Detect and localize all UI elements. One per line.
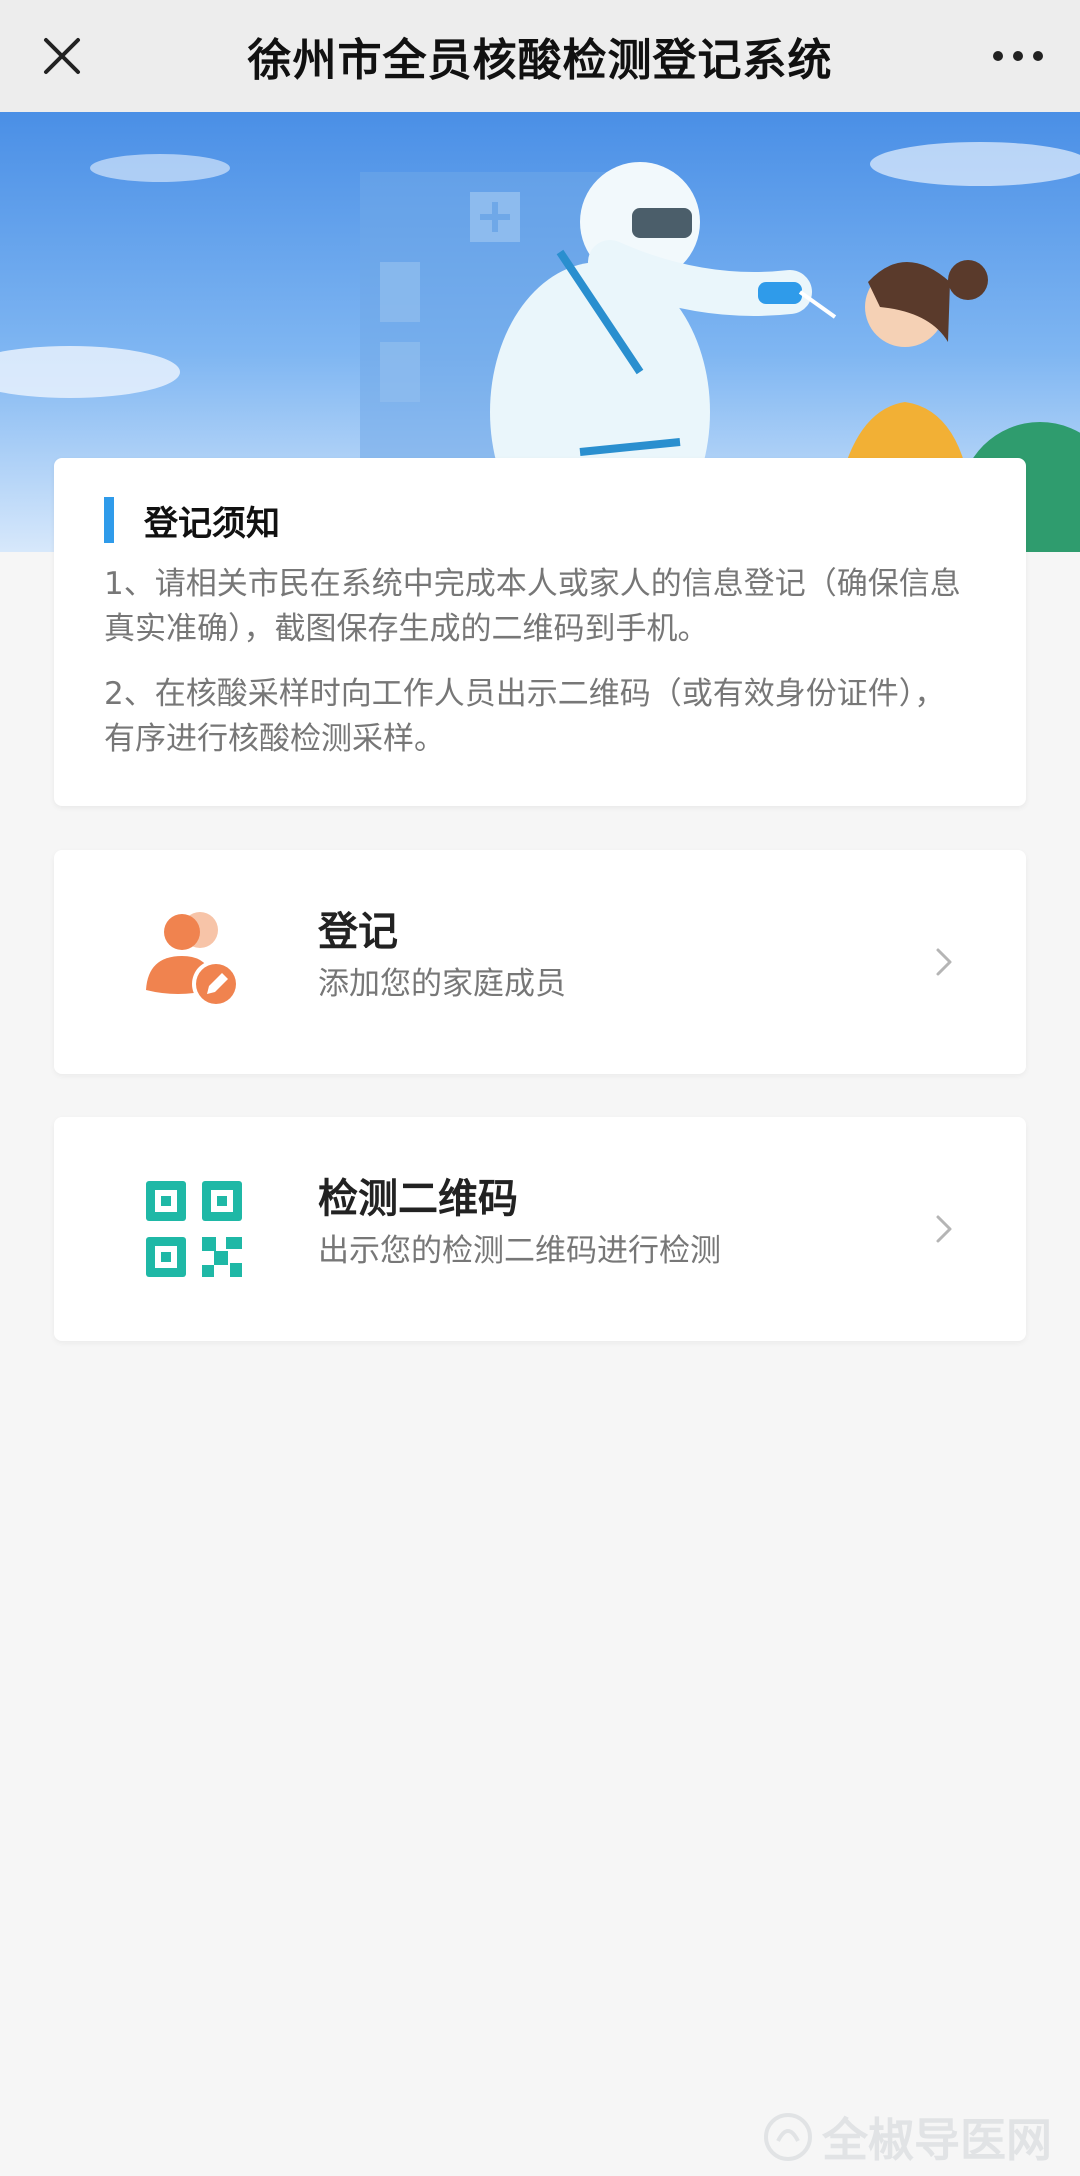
close-icon	[44, 38, 80, 74]
register-texts: 登记 添加您的家庭成员	[318, 906, 566, 1006]
watermark-text: 全椒导医网	[822, 2113, 1052, 2167]
qr-code-texts: 检测二维码 出示您的检测二维码进行检测	[318, 1173, 721, 1273]
register-subtitle: 添加您的家庭成员	[318, 966, 566, 1002]
more-button[interactable]	[984, 22, 1052, 90]
qr-code-subtitle: 出示您的检测二维码进行检测	[318, 1233, 721, 1269]
notice-card: 登记须知 1、请相关市民在系统中完成本人或家人的信息登记（确保信息真实准确），截…	[54, 458, 1026, 806]
qr-code-title: 检测二维码	[318, 1176, 518, 1222]
chevron-right-icon	[936, 948, 952, 976]
notice-item-1: 1、请相关市民在系统中完成本人或家人的信息登记（确保信息真实准确），截图保存生成…	[104, 566, 961, 647]
close-button[interactable]	[28, 22, 96, 90]
chevron-right-icon	[936, 1215, 952, 1243]
register-card[interactable]: 登记 添加您的家庭成员	[54, 850, 1026, 1074]
user-edit-icon	[146, 912, 240, 1008]
qr-code-card[interactable]: 检测二维码 出示您的检测二维码进行检测	[54, 1117, 1026, 1341]
register-title: 登记	[318, 909, 398, 955]
notice-item-2: 2、在核酸采样时向工作人员出示二维码（或有效身份证件），有序进行核酸检测采样。	[104, 676, 946, 757]
notice-title: 登记须知	[144, 503, 280, 544]
more-icon	[993, 51, 1043, 61]
qr-code-icon	[146, 1181, 242, 1277]
watermark-logo-icon	[764, 2113, 812, 2161]
notice-accent-bar	[104, 497, 114, 543]
page-title: 徐州市全员核酸检测登记系统	[247, 35, 833, 86]
top-nav-bar: 徐州市全员核酸检测登记系统	[0, 0, 1080, 112]
watermark: 全椒导医网	[762, 2104, 1052, 2170]
notice-header: 登记须知	[104, 496, 976, 544]
